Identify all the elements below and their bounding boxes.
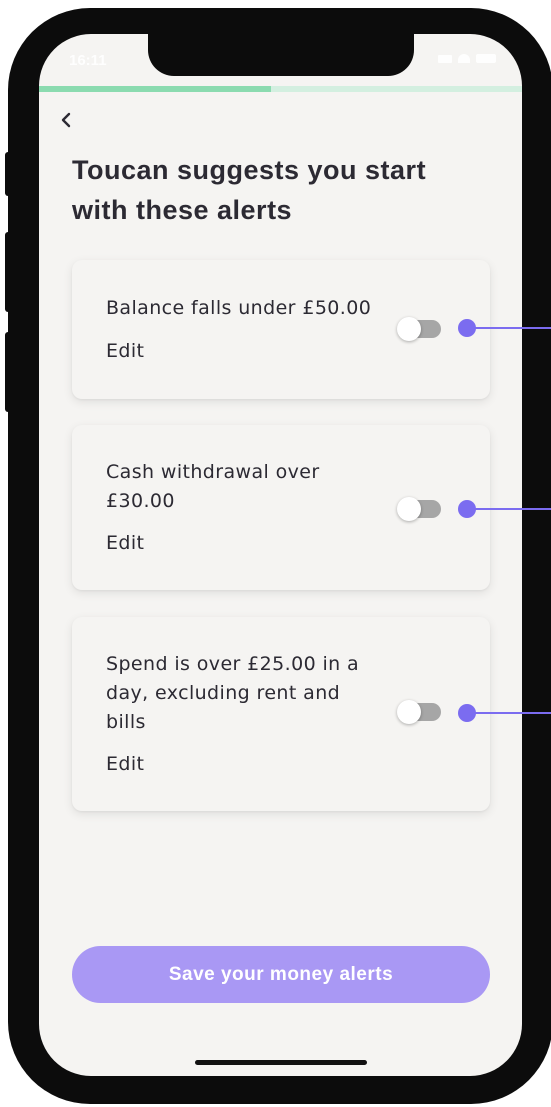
edit-link[interactable]: Edit bbox=[106, 340, 144, 362]
edit-link[interactable]: Edit bbox=[106, 753, 144, 775]
signal-icon bbox=[438, 54, 452, 63]
phone-notch bbox=[148, 34, 414, 76]
progress-fill bbox=[39, 86, 271, 92]
battery-icon bbox=[476, 54, 496, 63]
home-indicator bbox=[195, 1060, 367, 1065]
toggle-knob bbox=[397, 497, 421, 521]
alert-toggle[interactable] bbox=[397, 497, 441, 521]
toggle-knob bbox=[397, 700, 421, 724]
alert-card-cash-withdrawal: Cash withdrawal over £30.00 Edit bbox=[72, 425, 490, 590]
annotation-line bbox=[470, 327, 551, 329]
status-icons bbox=[438, 54, 496, 63]
alert-label: Cash withdrawal over £30.00 bbox=[106, 461, 320, 512]
annotation-line bbox=[470, 712, 551, 714]
alert-toggle[interactable] bbox=[397, 317, 441, 341]
chevron-left-icon bbox=[61, 112, 71, 128]
alert-label: Balance falls under £50.00 bbox=[106, 297, 372, 319]
back-button[interactable] bbox=[59, 108, 79, 132]
alert-card-daily-spend: Spend is over £25.00 in a day, excluding… bbox=[72, 617, 490, 811]
side-button bbox=[5, 232, 11, 312]
page-title: Toucan suggests you start with these ale… bbox=[72, 155, 427, 225]
wifi-icon bbox=[458, 54, 470, 63]
onboarding-progress-bar bbox=[39, 86, 522, 92]
app-screen: 16:11 Toucan suggests you start with the… bbox=[39, 34, 522, 1076]
side-button bbox=[5, 152, 11, 196]
annotation-line bbox=[470, 508, 551, 510]
alert-label: Spend is over £25.00 in a day, excluding… bbox=[106, 653, 360, 733]
alert-toggle[interactable] bbox=[397, 700, 441, 724]
edit-link[interactable]: Edit bbox=[106, 532, 144, 554]
status-time: 16:11 bbox=[69, 52, 107, 69]
side-button bbox=[5, 332, 11, 412]
toggle-knob bbox=[397, 317, 421, 341]
alert-card-balance: Balance falls under £50.00 Edit bbox=[72, 260, 490, 399]
save-alerts-button[interactable]: Save your money alerts bbox=[72, 946, 490, 1003]
